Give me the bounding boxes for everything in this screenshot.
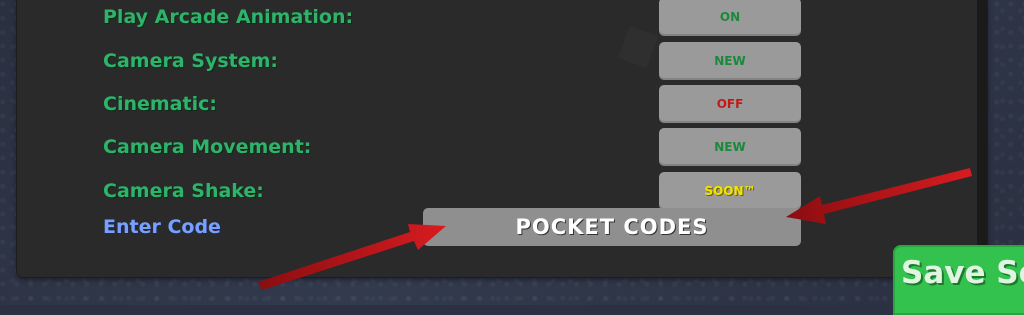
setting-label: Cinematic: <box>103 93 217 115</box>
setting-label: Play Arcade Animation: <box>103 6 354 28</box>
save-button-label: Save Se <box>901 255 1024 291</box>
setting-label: Camera Movement: <box>103 136 312 158</box>
setting-row-camera-system: Camera System: NEW <box>17 42 987 80</box>
camera-movement-toggle[interactable]: NEW <box>659 128 801 166</box>
setting-row-play-arcade-animation: Play Arcade Animation: ON <box>17 0 987 36</box>
play-arcade-animation-toggle[interactable]: ON <box>659 0 801 36</box>
enter-code-label: Enter Code <box>103 216 221 238</box>
camera-shake-toggle[interactable]: SOON™ <box>659 172 801 210</box>
camera-system-toggle[interactable]: NEW <box>659 42 801 80</box>
setting-row-cinematic: Cinematic: OFF <box>17 85 987 123</box>
scrollbar[interactable] <box>977 0 987 277</box>
setting-label: Camera System: <box>103 50 278 72</box>
pocket-codes-input[interactable]: POCKET CODES <box>423 208 801 246</box>
setting-row-camera-shake: Camera Shake: SOON™ <box>17 172 987 210</box>
setting-label: Camera Shake: <box>103 180 264 202</box>
settings-panel: Play Arcade Animation: ON Camera System:… <box>17 0 987 277</box>
cinematic-toggle[interactable]: OFF <box>659 85 801 123</box>
setting-row-camera-movement: Camera Movement: NEW <box>17 128 987 166</box>
